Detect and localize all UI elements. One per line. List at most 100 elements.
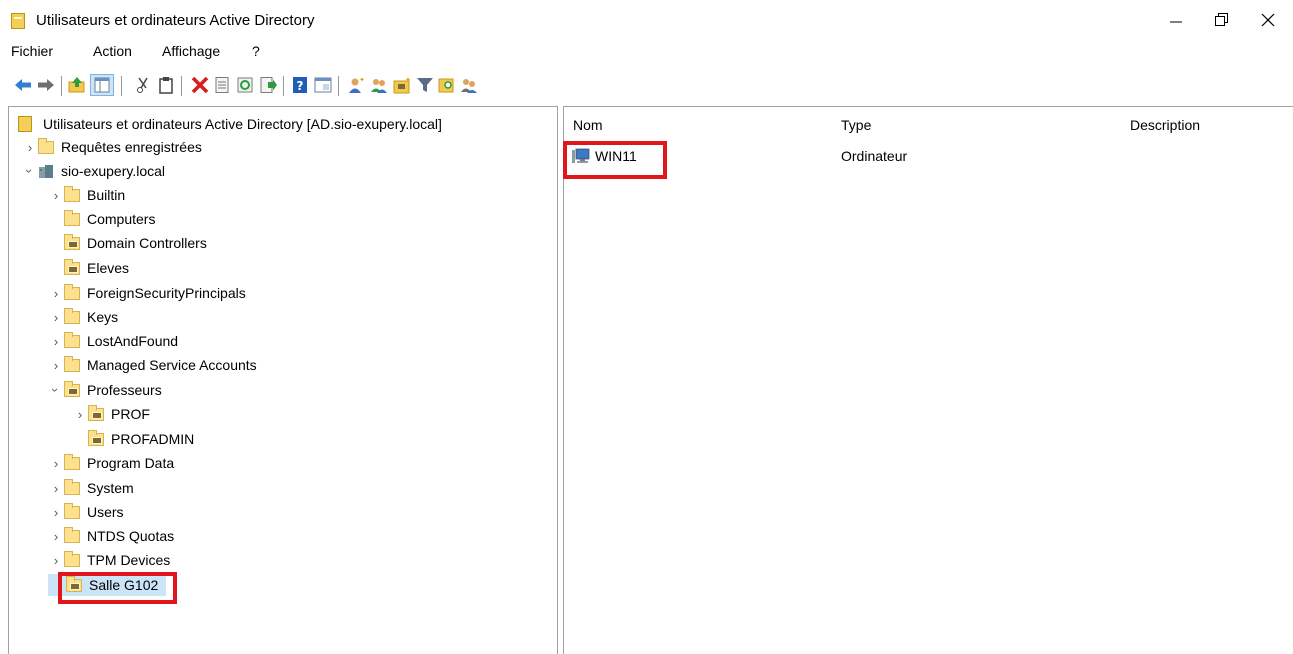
tree-item-ntds-quotas[interactable]: › NTDS Quotas [48,525,174,547]
chevron-right-icon[interactable]: › [48,501,64,523]
ou-folder-icon [88,404,104,421]
folder-icon [64,355,80,372]
tree-item-label: Requêtes enregistrées [61,139,202,155]
tree-item-label: PROFADMIN [111,431,195,447]
tree-item-label: ForeignSecurityPrincipals [87,285,246,301]
domain-icon [39,164,53,178]
column-header-description[interactable]: Description [1130,117,1200,133]
ou-folder-icon [64,380,80,397]
details-pane [563,106,1293,654]
tree-item-keys[interactable]: › Keys [48,306,118,328]
folder-icon [64,526,80,543]
folder-icon [64,331,80,348]
folder-icon [38,137,54,154]
highlight-box [563,141,667,179]
restore-icon [1215,13,1228,26]
menu-fichier[interactable]: Fichier [11,43,53,59]
tree-item-label: System [87,480,134,496]
tree-item-system[interactable]: › System [48,477,134,499]
tree-item-professeurs[interactable]: › Professeurs [48,379,162,401]
tree-item-lost-and-found[interactable]: › LostAndFound [48,330,178,352]
folder-icon [64,453,80,470]
tree-root[interactable]: Utilisateurs et ordinateurs Active Direc… [18,113,442,135]
filter-icon[interactable] [416,76,434,94]
chevron-right-icon[interactable]: › [72,403,88,425]
help-icon[interactable]: ? [291,76,309,94]
folder-icon [64,283,80,300]
chevron-right-icon[interactable]: › [48,452,64,474]
chevron-right-icon[interactable]: › [48,549,64,571]
column-header-name[interactable]: Nom [573,117,603,133]
properties-icon[interactable] [213,76,231,94]
tree-item-tpm-devices[interactable]: › TPM Devices [48,549,170,571]
new-user-icon[interactable]: ✦ [346,76,364,94]
new-ou-icon[interactable]: ✦ [393,76,411,94]
find-icon[interactable] [438,76,456,94]
tree-item-saved-queries[interactable]: › Requêtes enregistrées [22,136,202,158]
export-list-icon[interactable] [259,76,277,94]
tree-item-builtin[interactable]: › Builtin [48,184,125,206]
console-tree-icon[interactable] [314,76,332,94]
restore-button[interactable] [1199,0,1245,40]
tree-item-label: PROF [111,406,150,422]
tree-item-prof[interactable]: › PROF [72,403,150,425]
folder-icon [64,550,80,567]
folder-icon [64,185,80,202]
column-header-type[interactable]: Type [841,117,871,133]
tree-item-label: TPM Devices [87,552,171,568]
tree-item-foreign-security-principals[interactable]: › ForeignSecurityPrincipals [48,282,246,304]
folder-icon [64,502,80,519]
ou-folder-icon [64,233,80,250]
cut-icon[interactable] [134,76,152,94]
chevron-right-icon[interactable]: › [22,136,38,158]
tree-item-managed-service-accounts[interactable]: › Managed Service Accounts [48,354,257,376]
toolbar-separator [338,76,339,96]
tree-root-label: Utilisateurs et ordinateurs Active Direc… [43,116,442,132]
chevron-right-icon[interactable]: › [48,282,64,304]
chevron-right-icon[interactable]: › [48,330,64,352]
tree-item-label: Program Data [87,455,175,471]
close-button[interactable] [1245,0,1291,40]
menu-action[interactable]: Action [93,43,132,59]
tree-item-computers[interactable]: Computers [48,208,155,230]
menu-bar: Fichier Action Affichage ? [0,40,1293,64]
show-hide-tree-button[interactable] [90,74,114,96]
add-to-group-icon[interactable] [460,76,478,94]
ad-console-icon [11,13,25,29]
tree-item-label: Computers [87,211,156,227]
menu-affichage[interactable]: Affichage [162,43,220,59]
tree-item-label: Builtin [87,187,126,203]
tree-item-label: Users [87,504,124,520]
menu-help[interactable]: ? [252,43,260,59]
tree-item-profadmin[interactable]: PROFADMIN [72,428,194,450]
tree-item-label: LostAndFound [87,333,179,349]
new-group-icon[interactable] [370,76,388,94]
paste-icon[interactable] [157,76,175,94]
chevron-right-icon[interactable]: › [48,525,64,547]
tree-item-domain-controllers[interactable]: Domain Controllers [48,232,207,254]
svg-text:✦: ✦ [359,76,364,84]
toolbar-separator [283,76,284,96]
minimize-button[interactable] [1153,0,1199,40]
toolbar-separator [181,76,182,96]
tree-item-domain[interactable]: › sio-exupery.local [22,160,166,182]
chevron-right-icon[interactable]: › [48,184,64,206]
chevron-right-icon[interactable]: › [48,306,64,328]
back-arrow-icon[interactable] [14,76,32,94]
chevron-right-icon[interactable]: › [48,477,64,499]
up-folder-icon[interactable] [68,76,86,94]
refresh-icon[interactable] [236,76,254,94]
forward-arrow-icon[interactable] [37,76,55,94]
tree-item-label: Eleves [87,260,130,276]
folder-icon [64,209,80,226]
tree-item-program-data[interactable]: › Program Data [48,452,174,474]
tree-item-users[interactable]: › Users [48,501,124,523]
tree-item-label: Keys [87,309,119,325]
toolbar: ? ✦ ✦ [0,66,1293,106]
minimize-icon [1170,21,1182,23]
list-item-type: Ordinateur [841,148,908,164]
tree-item-eleves[interactable]: Eleves [48,257,129,279]
chevron-right-icon[interactable]: › [48,354,64,376]
delete-icon[interactable] [191,76,209,94]
ou-folder-icon [64,258,80,275]
